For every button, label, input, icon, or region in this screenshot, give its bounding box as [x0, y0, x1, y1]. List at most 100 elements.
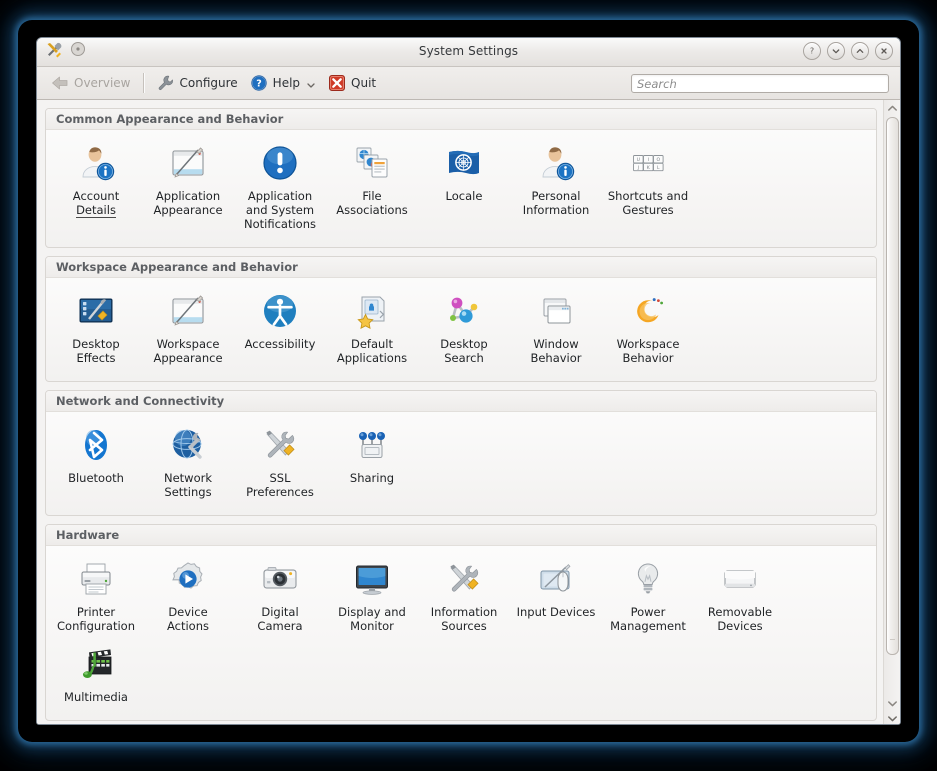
user-info-icon: [75, 142, 117, 184]
toolbar-separator: [143, 73, 145, 93]
section-header: Network and Connectivity: [46, 391, 876, 412]
settings-module-sharing[interactable]: Sharing: [326, 420, 418, 505]
settings-module-shortcuts-and-gestures[interactable]: UIO JKL Shortcuts andGestures: [602, 138, 694, 237]
settings-module-information-sources[interactable]: InformationSources: [418, 554, 510, 639]
settings-module-device-actions[interactable]: DeviceActions: [142, 554, 234, 639]
tools-crossed-icon: [443, 558, 485, 600]
scroll-down-arrow-top[interactable]: [885, 696, 900, 711]
settings-module-display-and-monitor[interactable]: Display andMonitor: [326, 554, 418, 639]
section-items: PrinterConfiguration DeviceActions Digit…: [46, 546, 876, 720]
svg-text:?: ?: [810, 47, 814, 56]
svg-text:L: L: [657, 165, 660, 171]
help-circle-icon: ?: [250, 74, 268, 92]
search-input[interactable]: [631, 74, 889, 93]
settings-section: Common Appearance and Behavior AccountDe…: [45, 108, 877, 248]
settings-module-account-details[interactable]: AccountDetails: [50, 138, 142, 237]
settings-module-accessibility[interactable]: Accessibility: [234, 286, 326, 371]
scrollbar-thumb[interactable]: [886, 117, 899, 655]
quit-label: Quit: [351, 76, 376, 90]
chevron-down-icon: [306, 74, 316, 92]
module-label: DesktopSearch: [440, 337, 487, 365]
window-title: System Settings: [37, 44, 900, 58]
svg-text:O: O: [656, 157, 660, 163]
settings-section: Workspace Appearance and Behavior Deskto…: [45, 256, 877, 382]
module-label: RemovableDevices: [708, 605, 772, 633]
settings-module-input-devices[interactable]: Input Devices: [510, 554, 602, 639]
default-apps-star-icon: [351, 290, 393, 332]
un-flag-icon: [443, 142, 485, 184]
settings-module-personal-information[interactable]: PersonalInformation: [510, 138, 602, 237]
settings-module-default-applications[interactable]: DefaultApplications: [326, 286, 418, 371]
section-items: DesktopEffects WorkspaceAppearance Acces…: [46, 278, 876, 381]
settings-module-application-appearance[interactable]: ApplicationAppearance: [142, 138, 234, 237]
vertical-scrollbar[interactable]: [883, 100, 900, 725]
settings-module-network-settings[interactable]: NetworkSettings: [142, 420, 234, 505]
camera-icon: [259, 558, 301, 600]
quit-button[interactable]: Quit: [322, 71, 382, 95]
svg-text:J: J: [637, 165, 639, 171]
module-label: WindowBehavior: [530, 337, 581, 365]
module-label: DigitalCamera: [257, 605, 302, 633]
user-info-icon: [535, 142, 577, 184]
configure-label: Configure: [180, 76, 238, 90]
module-label: PrinterConfiguration: [57, 605, 135, 633]
help-menu-button[interactable]: ? Help: [244, 71, 322, 95]
overview-button[interactable]: Overview: [45, 71, 137, 95]
settings-scroll-view: Common Appearance and Behavior AccountDe…: [37, 100, 883, 725]
scrollbar-track[interactable]: [886, 117, 899, 695]
module-label: Locale: [446, 189, 483, 203]
window-pencil-icon: [167, 290, 209, 332]
settings-module-removable-devices[interactable]: RemovableDevices: [694, 554, 786, 639]
settings-module-workspace-appearance[interactable]: WorkspaceAppearance: [142, 286, 234, 371]
settings-module-file-associations[interactable]: FileAssociations: [326, 138, 418, 237]
svg-text:I: I: [648, 157, 649, 163]
settings-module-application-and-system-notifications[interactable]: Applicationand SystemNotifications: [234, 138, 326, 237]
module-label: WorkspaceAppearance: [153, 337, 222, 365]
module-label: NetworkSettings: [164, 471, 212, 499]
settings-section: Network and Connectivity Bluetooth Netwo…: [45, 390, 877, 516]
settings-module-printer-configuration[interactable]: PrinterConfiguration: [50, 554, 142, 639]
settings-module-power-management[interactable]: PowerManagement: [602, 554, 694, 639]
settings-module-digital-camera[interactable]: DigitalCamera: [234, 554, 326, 639]
tablet-mouse-icon: [535, 558, 577, 600]
search-container: [631, 73, 892, 94]
settings-module-desktop-search[interactable]: DesktopSearch: [418, 286, 510, 371]
monitor-icon: [351, 558, 393, 600]
desktop-background: System Settings ?: [0, 0, 937, 771]
module-label: WorkspaceBehavior: [617, 337, 680, 365]
settings-module-multimedia[interactable]: Multimedia: [50, 639, 142, 710]
help-button[interactable]: ?: [803, 42, 821, 60]
svg-text:?: ?: [256, 79, 262, 90]
settings-section: Hardware PrinterConfiguration DeviceActi…: [45, 524, 877, 721]
scroll-up-arrow[interactable]: [885, 101, 900, 116]
printer-icon: [75, 558, 117, 600]
module-label: PowerManagement: [610, 605, 686, 633]
lightbulb-icon: [627, 558, 669, 600]
settings-module-workspace-behavior[interactable]: WorkspaceBehavior: [602, 286, 694, 371]
hard-drive-icon: [719, 558, 761, 600]
quit-cross-icon: [328, 74, 346, 92]
multimedia-clapper-icon: [75, 643, 117, 685]
settings-module-ssl-preferences[interactable]: SSLPreferences: [234, 420, 326, 505]
settings-module-locale[interactable]: Locale: [418, 138, 510, 237]
desktop-tools-icon: [75, 290, 117, 332]
window-controls: ?: [803, 42, 893, 60]
help-label: Help: [273, 76, 300, 90]
scroll-down-arrow[interactable]: [885, 711, 900, 725]
maximize-button[interactable]: [851, 42, 869, 60]
wrench-icon: [157, 74, 175, 92]
settings-module-desktop-effects[interactable]: DesktopEffects: [50, 286, 142, 371]
title-bar: System Settings ?: [37, 38, 900, 67]
configure-button[interactable]: Configure: [151, 71, 244, 95]
tools-crossed-icon: [259, 424, 301, 466]
module-label: Bluetooth: [68, 471, 124, 485]
settings-module-window-behavior[interactable]: WindowBehavior: [510, 286, 602, 371]
minimize-button[interactable]: [827, 42, 845, 60]
close-button[interactable]: [875, 42, 893, 60]
file-associations-icon: [351, 142, 393, 184]
module-label: FileAssociations: [336, 189, 407, 217]
settings-module-bluetooth[interactable]: Bluetooth: [50, 420, 142, 505]
keyboard-keys-icon: UIO JKL: [627, 142, 669, 184]
plasma-swirl-icon: [627, 290, 669, 332]
module-label: Input Devices: [517, 605, 596, 619]
